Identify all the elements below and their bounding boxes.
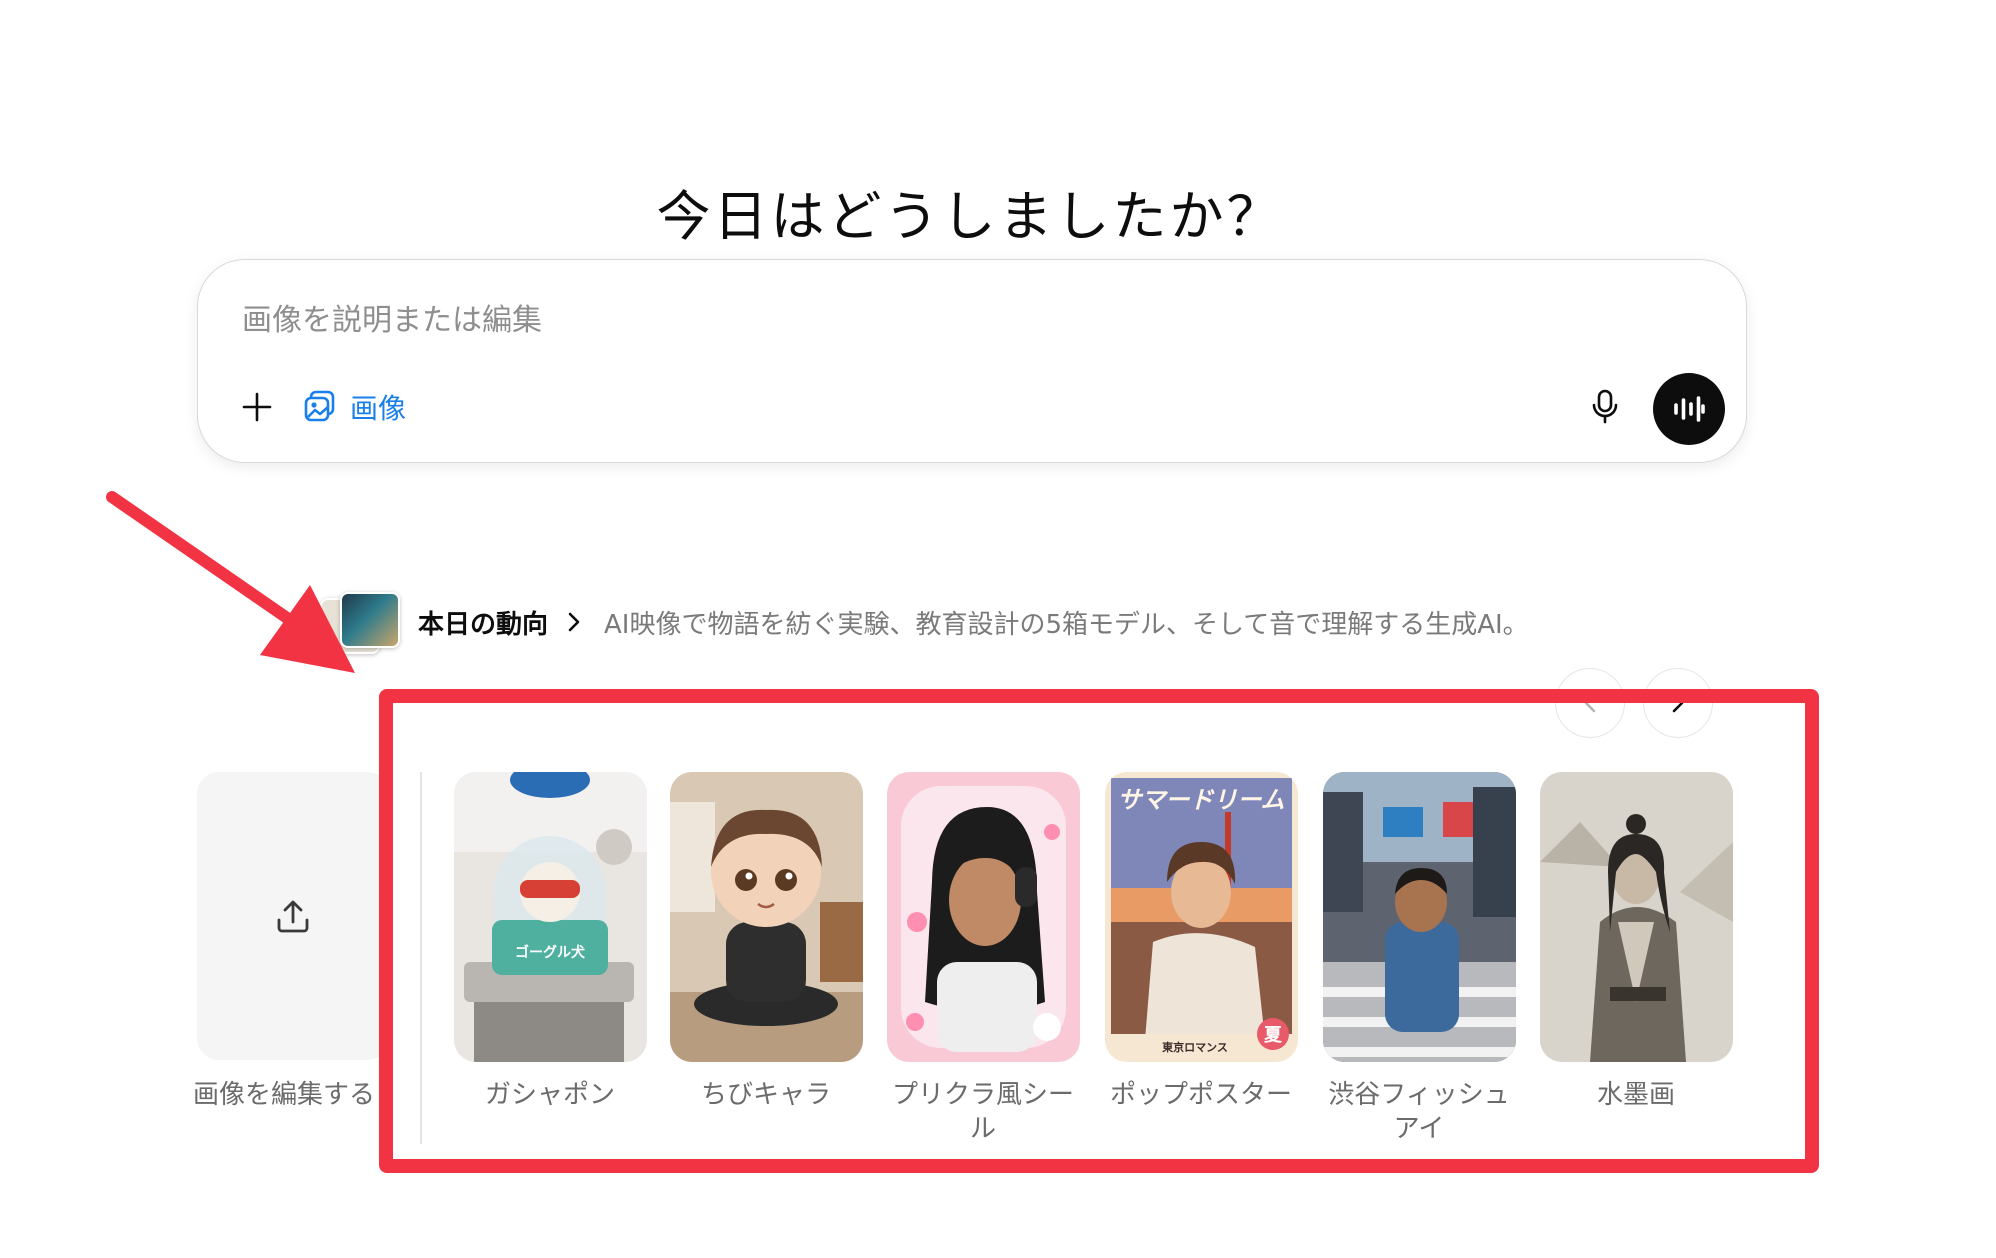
style-label-purikura: プリクラ風シー ル	[891, 1080, 1074, 1144]
carousel-next-button[interactable]	[1643, 668, 1713, 738]
dictate-button[interactable]	[1578, 380, 1632, 434]
upload-icon	[277, 900, 309, 933]
ink-wash-preview	[1540, 772, 1733, 1062]
voice-waveform-icon	[1674, 396, 1705, 422]
style-tile-gashapon[interactable]: ゴーグル犬	[454, 772, 647, 1062]
upload-image-label: 画像を編集する	[193, 1080, 376, 1110]
style-tile-chibi[interactable]	[670, 772, 863, 1062]
style-label-chibi: ちびキャラ	[700, 1080, 831, 1110]
daily-trends-row: 本日の動向 AI映像で物語を紡ぐ実験、教育設計の5箱モデル、そして音で理解する生…	[320, 592, 1720, 654]
annotation-arrow-icon	[106, 491, 355, 673]
prompt-input[interactable]	[240, 294, 1444, 346]
style-label-pop-poster: ポップポスター	[1109, 1080, 1292, 1110]
prompt-composer: 画像	[197, 259, 1747, 463]
style-tile-purikura[interactable]	[887, 772, 1080, 1062]
shibuya-fisheye-preview	[1323, 772, 1516, 1062]
chevron-left-icon	[1584, 693, 1596, 713]
gashapon-preview: ゴーグル犬	[454, 772, 647, 1062]
upload-image-tile[interactable]	[197, 772, 389, 1060]
page-headline: 今日はどうしましたか？	[656, 185, 1284, 248]
pop-poster-preview: サマードリーム 東京ロマンス 夏	[1105, 772, 1298, 1062]
poster-badge: 夏	[1264, 1025, 1283, 1046]
trend-description: AI映像で物語を紡ぐ実験、教育設計の5箱モデル、そして音で理解する生成AI。	[604, 609, 1529, 640]
chibi-preview	[670, 772, 863, 1062]
chevron-right-icon	[1672, 693, 1684, 713]
purikura-preview	[887, 772, 1080, 1062]
chevron-right-icon	[568, 612, 580, 632]
gashapon-capsule-label: ゴーグル犬	[515, 944, 586, 961]
poster-title: サマードリーム	[1117, 786, 1284, 814]
style-tile-pop-poster[interactable]: サマードリーム 東京ロマンス 夏	[1105, 772, 1298, 1062]
style-tile-shibuya-fisheye[interactable]	[1323, 772, 1516, 1062]
trend-title-link[interactable]: 本日の動向	[418, 604, 548, 641]
voice-mode-button[interactable]	[1653, 373, 1725, 445]
style-label-gashapon: ガシャポン	[484, 1080, 615, 1110]
style-label-ink-wash: 水墨画	[1596, 1080, 1675, 1110]
microphone-icon	[1592, 389, 1618, 424]
trend-open-button[interactable]	[566, 610, 582, 634]
carousel-prev-button[interactable]	[1555, 668, 1625, 738]
plus-icon	[242, 392, 272, 422]
image-stack-icon	[304, 390, 335, 422]
style-label-shibuya-fisheye: 渋谷フィッシュ アイ	[1328, 1080, 1510, 1144]
add-attachment-button[interactable]	[232, 382, 282, 432]
poster-footer: 東京ロマンス	[1162, 1040, 1228, 1054]
image-mode-button[interactable]: 画像	[302, 380, 406, 434]
carousel-divider	[420, 772, 422, 1144]
image-mode-label: 画像	[350, 392, 407, 425]
style-tile-ink-wash[interactable]	[1540, 772, 1733, 1062]
